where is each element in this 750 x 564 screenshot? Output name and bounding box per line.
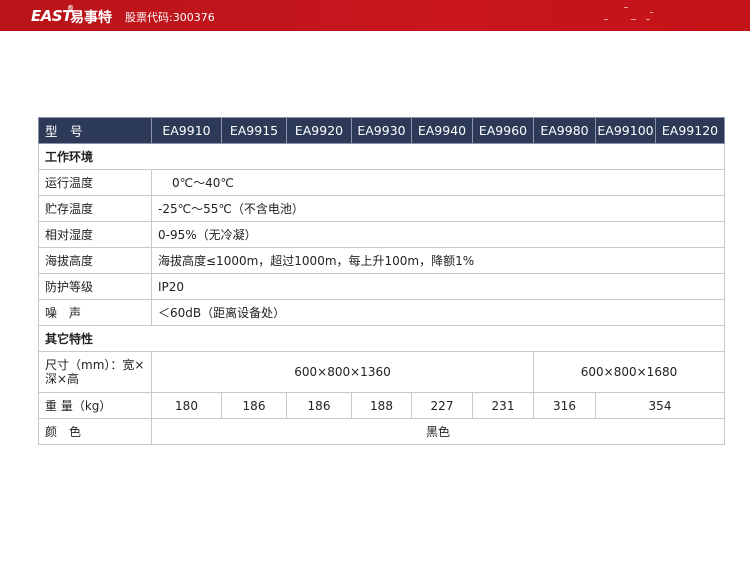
size-value: 600×800×1680 [533, 351, 725, 393]
row-value: 0℃～40℃ [151, 169, 725, 196]
column-header: EA99120 [655, 117, 725, 144]
logo-text: EAST [31, 7, 72, 25]
size-value: 600×800×1360 [151, 351, 534, 393]
row-value: 海拔高度≤1000m，超过1000m，每上升100m，降额1% [151, 247, 725, 274]
table-row: 重 量（kg） 180 186 186 188 227 231 316 354 [38, 392, 725, 419]
brand-name: 易事特 [70, 10, 112, 26]
table-row: 防护等级 IP20 [38, 273, 725, 300]
section-title: 其它特性 [38, 325, 725, 352]
table-row: 贮存温度 -25℃～55℃（不含电池） [38, 195, 725, 222]
column-header: EA9930 [351, 117, 412, 144]
row-value: -25℃～55℃（不含电池） [151, 195, 725, 222]
row-label: 颜 色 [38, 418, 152, 445]
top-banner: EAST ® 易事特 股票代码:300376 [0, 0, 750, 31]
column-header: EA9940 [411, 117, 473, 144]
banner-decoration [624, 7, 628, 8]
column-header: EA9910 [151, 117, 222, 144]
column-header: 型 号 [38, 117, 152, 144]
weight-value: 180 [151, 392, 222, 419]
table-row: 颜 色 黑色 [38, 418, 725, 445]
table-header-row: 型 号 EA9910 EA9915 EA9920 EA9930 EA9940 E… [38, 117, 725, 144]
weight-value: 316 [533, 392, 596, 419]
row-label: 噪 声 [38, 299, 152, 326]
section-row: 其它特性 [38, 325, 725, 352]
row-label: 海拔高度 [38, 247, 152, 274]
table-row: 尺寸（mm）：宽×深×高 600×800×1360 600×800×1680 [38, 351, 725, 393]
column-header: EA9960 [472, 117, 534, 144]
table-row: 噪 声 ＜60dB（距离设备处） [38, 299, 725, 326]
weight-value: 188 [351, 392, 412, 419]
column-header: EA99100 [595, 117, 656, 144]
row-value: 0-95%（无冷凝） [151, 221, 725, 248]
row-label: 重 量（kg） [38, 392, 152, 419]
row-label: 相对湿度 [38, 221, 152, 248]
color-value: 黑色 [151, 418, 725, 445]
spec-table: 型 号 EA9910 EA9915 EA9920 EA9930 EA9940 E… [38, 117, 725, 445]
column-header: EA9920 [286, 117, 352, 144]
row-label: 尺寸（mm）：宽×深×高 [38, 351, 152, 393]
weight-value: 186 [221, 392, 287, 419]
weight-value: 186 [286, 392, 352, 419]
stock-code: 股票代码:300376 [125, 11, 215, 24]
table-row: 相对湿度 0-95%（无冷凝） [38, 221, 725, 248]
row-value: IP20 [151, 273, 725, 300]
table-row: 海拔高度 海拔高度≤1000m，超过1000m，每上升100m，降额1% [38, 247, 725, 274]
column-header: EA9915 [221, 117, 287, 144]
table-row: 运行温度 0℃～40℃ [38, 169, 725, 196]
row-value: ＜60dB（距离设备处） [151, 299, 725, 326]
weight-value: 231 [472, 392, 534, 419]
banner-decoration [604, 19, 608, 20]
weight-value: 227 [411, 392, 473, 419]
column-header: EA9980 [533, 117, 596, 144]
section-row: 工作环境 [38, 143, 725, 170]
banner-decoration [646, 19, 650, 20]
row-label: 贮存温度 [38, 195, 152, 222]
banner-decoration [650, 12, 653, 13]
banner-decoration [631, 19, 636, 20]
row-label: 防护等级 [38, 273, 152, 300]
east-logo: EAST ® [31, 4, 74, 25]
section-title: 工作环境 [38, 143, 725, 170]
weight-value: 354 [595, 392, 725, 419]
row-label: 运行温度 [38, 169, 152, 196]
